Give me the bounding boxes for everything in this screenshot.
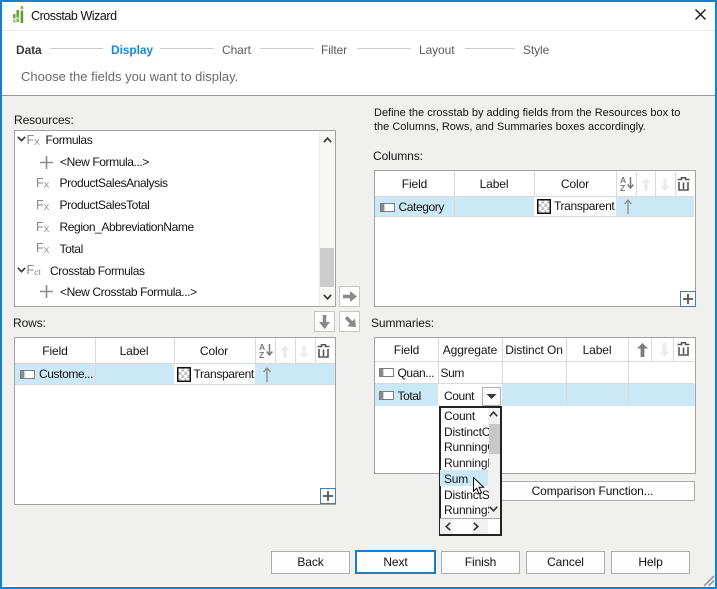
svg-text:Z: Z <box>259 350 264 358</box>
svg-text:Z: Z <box>620 183 625 191</box>
